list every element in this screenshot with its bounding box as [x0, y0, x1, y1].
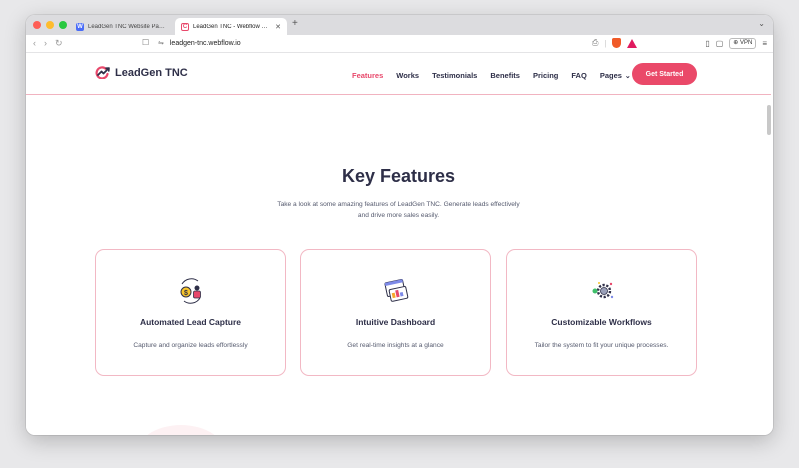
new-tab-icon[interactable]: + [292, 18, 298, 29]
nav-testimonials[interactable]: Testimonials [432, 71, 477, 80]
address-bar: ‹ › ↻ ☐ ⇋ leadgen-tnc.webflow.io ⎙ | ▯ ▢… [26, 35, 773, 53]
get-started-button[interactable]: Get Started [632, 63, 697, 85]
lead-capture-icon: $ [180, 278, 201, 304]
tab-title: LeadGen TNC - Webflow HTM [193, 23, 272, 30]
main-nav: Features Works Testimonials Benefits Pri… [352, 71, 631, 80]
svg-text:$: $ [184, 290, 188, 297]
card-description: Get real-time insights at a glance [347, 342, 444, 349]
site-logo[interactable]: LeadGen TNC [95, 66, 188, 79]
bookmark-icon[interactable]: ☐ [142, 38, 149, 47]
url-text[interactable]: leadgen-tnc.webflow.io [170, 40, 241, 47]
card-description: Tailor the system to fit your unique pro… [534, 342, 669, 349]
url-field[interactable]: ⇋ leadgen-tnc.webflow.io [158, 39, 241, 48]
close-window-button[interactable] [33, 21, 41, 29]
site-header: LeadGen TNC Features Works Testimonials … [26, 53, 771, 95]
nav-pricing[interactable]: Pricing [533, 71, 558, 80]
sidebar-toggle-icon[interactable]: ▯ [705, 39, 709, 48]
card-title: Customizable Workflows [551, 317, 652, 327]
forward-icon[interactable]: › [44, 38, 47, 49]
share-icon[interactable]: ⎙ [592, 38, 598, 48]
nav-pages-dropdown[interactable]: Pages ⌄ [600, 71, 631, 80]
brave-rewards-icon[interactable] [627, 38, 638, 48]
vpn-button[interactable]: ⊕ VPN [729, 38, 757, 49]
workflow-gear-icon [592, 282, 614, 299]
tab-leadgen[interactable]: C LeadGen TNC - Webflow HTM ✕ [175, 18, 287, 35]
nav-pages-label: Pages [599, 71, 622, 80]
nav-benefits[interactable]: Benefits [490, 71, 520, 80]
dashboard-icon [384, 279, 409, 302]
address-bar-actions: ⎙ | [592, 38, 638, 48]
section-heading: Key Features [341, 166, 456, 186]
site-settings-icon[interactable]: ⇋ [158, 39, 164, 47]
tab-template[interactable]: W LeadGen TNC Website Page Temp [70, 18, 174, 35]
logo-text: LeadGen TNC [115, 66, 188, 79]
back-icon[interactable]: ‹ [33, 38, 36, 49]
feature-card-dashboard: Intuitive Dashboard Get real-time insigh… [300, 249, 491, 376]
menu-icon[interactable]: ≡ [762, 39, 767, 48]
minimize-window-button[interactable] [46, 21, 54, 29]
chevron-down-icon: ⌄ [624, 72, 631, 80]
tab-strip: W LeadGen TNC Website Page Temp C LeadGe… [26, 15, 773, 35]
separator: | [604, 38, 607, 48]
decorative-blob [136, 425, 226, 435]
card-title: Intuitive Dashboard [355, 317, 436, 327]
nav-buttons: ‹ › ↻ [33, 38, 63, 49]
nav-faq[interactable]: FAQ [571, 71, 586, 80]
vpn-label: VPN [739, 40, 753, 46]
page-scrollbar[interactable] [767, 105, 771, 135]
card-description: Capture and organize leads effortlessly [133, 342, 248, 349]
tab-close-icon[interactable]: ✕ [275, 23, 281, 31]
card-title: Automated Lead Capture [139, 317, 242, 327]
feature-card-lead-capture: $ Automated Lead Capture Capture and org… [95, 249, 286, 376]
page-viewport: LeadGen TNC Features Works Testimonials … [26, 53, 773, 435]
maximize-window-button[interactable] [59, 21, 67, 29]
feature-card-workflows: Customizable Workflows Tailor the system… [506, 249, 697, 376]
section-subheading: Take a look at some amazing features of … [277, 201, 520, 219]
logo-mark-icon [95, 66, 110, 79]
browser-window: W LeadGen TNC Website Page Temp C LeadGe… [26, 15, 773, 435]
leadgen-favicon-icon: C [181, 22, 189, 31]
brave-shield-icon[interactable] [612, 38, 622, 48]
toolbar-right: ▯ ▢ ⊕ VPN ≡ [705, 38, 767, 49]
feature-cards: $ Automated Lead Capture Capture and org… [95, 249, 697, 376]
webflow-favicon-icon: W [76, 22, 84, 31]
window-controls [33, 21, 67, 29]
tab-title: LeadGen TNC Website Page Temp [88, 23, 168, 30]
nav-features[interactable]: Features [352, 71, 383, 80]
reload-icon[interactable]: ↻ [55, 38, 63, 49]
nav-works[interactable]: Works [396, 71, 419, 80]
tab-search-chevron-icon[interactable]: ⌄ [758, 19, 765, 28]
wallet-icon[interactable]: ▢ [716, 39, 724, 48]
